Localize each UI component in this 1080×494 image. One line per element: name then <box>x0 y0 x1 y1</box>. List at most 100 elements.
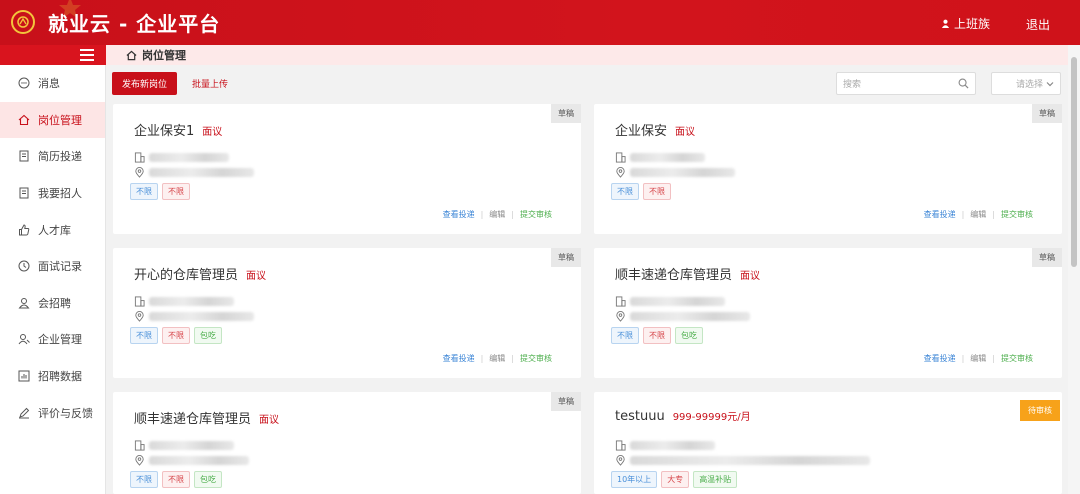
job-card[interactable]: 草稿 企业保安 面议 不限 不限 查看投递 | 编辑 | 提交审核 <box>594 104 1062 234</box>
view-applications-link[interactable]: 查看投递 <box>924 209 956 220</box>
tag-education: 不限 <box>643 183 671 200</box>
company-name-redacted <box>630 297 725 306</box>
publish-job-button[interactable]: 发布新岗位 <box>112 72 177 95</box>
status-badge: 草稿 <box>1032 104 1062 123</box>
people-icon <box>18 297 30 309</box>
sidebar-item-recruitment-data[interactable]: 招聘数据 <box>0 358 105 395</box>
job-title: 企业保安1 <box>134 124 195 139</box>
job-title: 顺丰速递仓库管理员 <box>134 412 252 427</box>
tag-experience: 10年以上 <box>611 471 658 488</box>
building-icon <box>134 440 145 451</box>
sidebar-item-job-management[interactable]: 岗位管理 <box>0 101 105 139</box>
separator: | <box>961 210 965 219</box>
logout-link[interactable]: 退出 <box>1026 16 1050 33</box>
location-icon <box>135 455 144 466</box>
view-applications-link[interactable]: 查看投递 <box>443 353 475 364</box>
menu-toggle-bar <box>0 45 106 65</box>
app-title: 就业云 - 企业平台 <box>48 12 221 36</box>
tag-education: 不限 <box>162 327 190 344</box>
sidebar-item-label: 招聘数据 <box>38 370 82 384</box>
search-icon[interactable] <box>958 78 969 89</box>
select-placeholder: 请选择 <box>1015 80 1043 90</box>
edit-link[interactable]: 编辑 <box>970 209 986 220</box>
edit-link[interactable]: 编辑 <box>489 353 505 364</box>
tag-education: 大专 <box>661 471 690 488</box>
tag-benefit: 包吃 <box>194 327 222 344</box>
location-icon <box>135 311 144 322</box>
job-salary: 面议 <box>675 127 696 138</box>
status-badge: 草稿 <box>551 104 581 123</box>
submit-review-link[interactable]: 提交审核 <box>1001 353 1033 364</box>
sidebar-item-label: 人才库 <box>38 223 71 237</box>
job-salary: 面议 <box>246 271 267 282</box>
view-applications-link[interactable]: 查看投递 <box>443 209 475 220</box>
message-icon <box>18 77 30 89</box>
user-icon <box>941 19 950 28</box>
separator: | <box>511 210 514 219</box>
edit-link[interactable]: 编辑 <box>970 353 986 364</box>
separator: | <box>992 210 995 219</box>
building-icon <box>615 152 626 163</box>
clock-icon <box>18 260 30 272</box>
submit-review-link[interactable]: 提交审核 <box>520 353 552 364</box>
breadcrumb-current: 岗位管理 <box>142 49 186 62</box>
location-icon <box>616 167 625 178</box>
sidebar-item-label: 岗位管理 <box>38 113 82 127</box>
job-card[interactable]: 草稿 开心的仓库管理员 面议 不限 不限 包吃 查看投递 | 编辑 | 提交审核 <box>113 248 581 378</box>
batch-upload-link[interactable]: 批量上传 <box>192 77 228 90</box>
user-menu[interactable]: 上班族 <box>941 15 990 32</box>
scroll-thumb[interactable] <box>1071 57 1077 267</box>
company-name-redacted <box>149 153 229 162</box>
tag-benefit: 高温补贴 <box>693 471 738 488</box>
sidebar-item-company-management[interactable]: 企业管理 <box>0 321 105 358</box>
document-icon <box>19 150 29 162</box>
sidebar-item-messages[interactable]: 消息 <box>0 65 105 102</box>
tag-benefit: 包吃 <box>194 471 222 488</box>
sidebar-item-interview-records[interactable]: 面试记录 <box>0 248 105 285</box>
hamburger-icon[interactable] <box>80 49 94 61</box>
sidebar-item-label: 简历投递 <box>38 150 82 164</box>
thumbs-up-icon <box>19 224 30 236</box>
sidebar-item-recruit[interactable]: 我要招人 <box>0 175 105 212</box>
job-card[interactable]: 草稿 企业保安1 面议 不限 不限 查看投递 | 编辑 | 提交审核 <box>113 104 581 234</box>
submit-review-link[interactable]: 提交审核 <box>520 209 552 220</box>
view-applications-link[interactable]: 查看投递 <box>924 353 956 364</box>
tag-benefit: 包吃 <box>675 327 703 344</box>
status-badge: 草稿 <box>551 248 581 267</box>
toolbar: 发布新岗位 批量上传 搜索 请选择 <box>106 65 1068 101</box>
tag-experience: 不限 <box>611 183 639 200</box>
main-content: 发布新岗位 批量上传 搜索 请选择 草稿 企业保安1 面议 不限 不限 查看投递 |… <box>106 65 1068 494</box>
job-title: testuuu <box>615 409 665 424</box>
sidebar-item-resume-delivery[interactable]: 简历投递 <box>0 138 105 175</box>
edit-icon <box>19 407 30 419</box>
job-title: 开心的仓库管理员 <box>134 268 239 283</box>
job-card[interactable]: 草稿 顺丰速递仓库管理员 面议 不限 不限 包吃 查看投递 | 编辑 | 提交审核 <box>594 248 1062 378</box>
separator: | <box>961 354 965 363</box>
job-salary: 面议 <box>202 127 223 138</box>
status-badge: 草稿 <box>551 392 581 411</box>
submit-review-link[interactable]: 提交审核 <box>1001 209 1033 220</box>
sidebar-item-label: 企业管理 <box>38 333 82 347</box>
job-salary: 面议 <box>259 415 280 426</box>
edit-link[interactable]: 编辑 <box>489 209 505 220</box>
building-icon <box>134 152 145 163</box>
sidebar-item-job-fair[interactable]: 会招聘 <box>0 285 105 322</box>
company-name-redacted <box>149 297 234 306</box>
location-icon <box>135 167 144 178</box>
tag-experience: 不限 <box>130 183 158 200</box>
status-badge: 草稿 <box>1032 248 1062 267</box>
top-header: 就业云 - 企业平台 上班族 退出 <box>0 0 1080 45</box>
search-input[interactable]: 搜索 <box>836 72 976 95</box>
separator: | <box>511 354 514 363</box>
sidebar-item-label: 会招聘 <box>38 296 71 310</box>
job-card[interactable]: 待审核 testuuu 999-99999元/月 10年以上 大专 高温补贴 <box>594 392 1062 494</box>
filter-select[interactable]: 请选择 <box>991 72 1061 95</box>
sidebar-item-feedback[interactable]: 评价与反馈 <box>0 394 105 431</box>
building-icon <box>615 440 626 451</box>
company-name-redacted <box>630 153 705 162</box>
job-card[interactable]: 草稿 顺丰速递仓库管理员 面议 不限 不限 包吃 <box>113 392 581 494</box>
tag-education: 不限 <box>643 327 671 344</box>
scrollbar[interactable] <box>1068 45 1080 494</box>
job-salary: 面议 <box>740 271 761 282</box>
sidebar-item-talent-pool[interactable]: 人才库 <box>0 211 105 248</box>
